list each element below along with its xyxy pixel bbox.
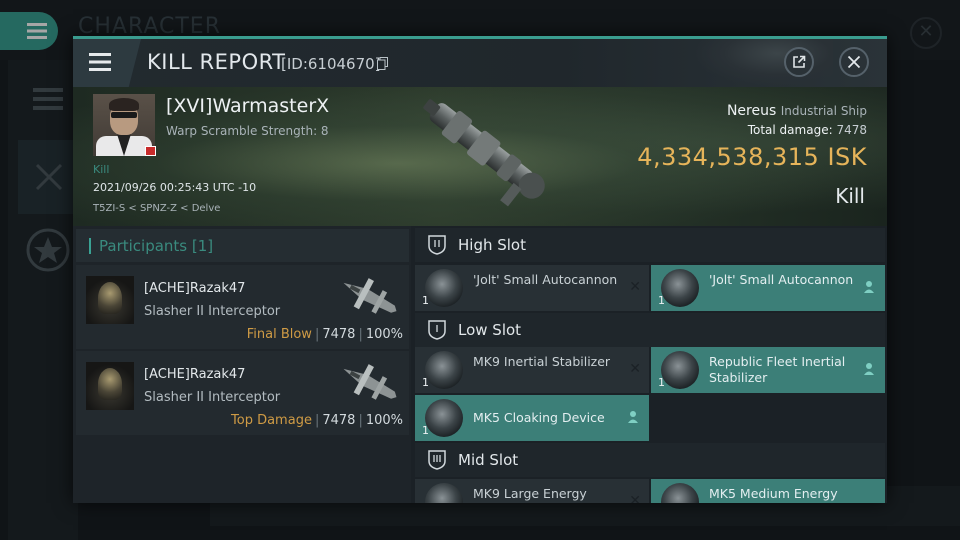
participant-percent: 100%: [365, 413, 403, 428]
fitting-panel: High Slot 1 'Jolt' Small Autocannon ✕ 1 …: [413, 226, 887, 503]
isk-value: 4,334,538,315 ISK: [637, 143, 867, 171]
module-item[interactable]: 1 MK9 Inertial Stabilizer ✕: [415, 347, 649, 393]
menu-icon: [89, 53, 111, 71]
participant-name[interactable]: [ACHE]Razak47: [144, 367, 245, 382]
module-quantity: 1: [422, 294, 429, 307]
total-damage-value: 7478: [836, 123, 867, 137]
shield-icon: [428, 235, 446, 255]
share-button[interactable]: [784, 47, 814, 77]
dropped-person-icon: [864, 281, 874, 293]
shield-icon: [428, 320, 446, 340]
top-damage-label: Top Damage: [231, 413, 312, 428]
participant-ship-image: [343, 278, 397, 314]
autocannon-icon: [425, 269, 463, 307]
energy-module-icon: [661, 483, 699, 503]
module-name: MK5 Medium Energy: [709, 486, 838, 501]
stabilizer-icon: [425, 351, 463, 389]
module-item[interactable]: 1 MK5 Cloaking Device: [415, 395, 649, 441]
corp-badge-icon: [145, 146, 156, 156]
participants-header: Participants [1]: [76, 229, 409, 262]
participant-portrait[interactable]: [86, 276, 134, 324]
participant-stats: Final Blow | 7478 | 100%: [246, 327, 403, 342]
dropped-person-icon: [628, 411, 638, 423]
kill-banner: [XVI]WarmasterX Warp Scramble Strength: …: [73, 87, 887, 226]
victim-ship-image: [423, 99, 545, 207]
participant-portrait[interactable]: [86, 362, 134, 410]
mid-slot-label: Mid Slot: [458, 451, 519, 469]
close-icon: [847, 55, 861, 69]
module-quantity: 1: [658, 294, 665, 307]
participant-ship: Slasher II Interceptor: [144, 390, 281, 405]
participants-count: [1]: [191, 237, 214, 255]
module-item[interactable]: MK9 Large Energy ✕: [415, 479, 649, 503]
participants-label: Participants: [99, 237, 188, 255]
module-item[interactable]: MK5 Medium Energy: [651, 479, 885, 503]
stabilizer-icon: [661, 351, 699, 389]
participant-damage: 7478: [322, 327, 356, 342]
isk-amount: 4,334,538,315: [637, 143, 820, 171]
autocannon-icon: [661, 269, 699, 307]
low-slot-header: Low Slot: [415, 313, 885, 347]
modal-menu-button[interactable]: [73, 39, 141, 87]
participant-row[interactable]: [ACHE]Razak47 Slasher II Interceptor Top…: [76, 351, 409, 435]
module-item[interactable]: 1 Republic Fleet Inertial Stabilizer: [651, 347, 885, 393]
participants-panel: Participants [1] [ACHE]Razak47 Slasher I…: [73, 226, 411, 503]
warp-scramble-strength: Warp Scramble Strength: 8: [166, 124, 329, 138]
kill-location[interactable]: T5ZI-S < SPNZ-Z < Delve: [93, 203, 220, 214]
kill-id: [ID:6104670]: [281, 55, 381, 73]
participant-damage: 7478: [322, 413, 356, 428]
module-name: 'Jolt' Small Autocannon: [473, 272, 618, 287]
cloaking-device-icon: [425, 399, 463, 437]
kill-report-modal: KILL REPORT [ID:6104670] [XVI]WarmasterX…: [73, 36, 887, 503]
low-slot-label: Low Slot: [458, 321, 522, 339]
final-blow-label: Final Blow: [246, 327, 312, 342]
module-item[interactable]: 1 'Jolt' Small Autocannon: [651, 265, 885, 311]
victim-name[interactable]: [XVI]WarmasterX: [166, 95, 329, 117]
destroyed-icon: ✕: [629, 493, 641, 503]
high-slot-label: High Slot: [458, 236, 526, 254]
ship-class: Industrial Ship: [780, 104, 867, 118]
total-damage-label: Total damage:: [747, 123, 833, 137]
energy-module-icon: [425, 483, 463, 503]
participant-stats: Top Damage | 7478 | 100%: [231, 413, 403, 428]
total-damage: Total damage: 7478: [748, 123, 867, 137]
external-link-icon: [793, 55, 806, 68]
isk-unit: ISK: [827, 143, 867, 171]
module-name: MK9 Inertial Stabilizer: [473, 354, 611, 369]
module-item[interactable]: 1 'Jolt' Small Autocannon ✕: [415, 265, 649, 311]
kill-tag: Kill: [93, 163, 110, 176]
dropped-person-icon: [864, 363, 874, 375]
destroyed-icon: ✕: [629, 279, 641, 295]
mid-slot-header: Mid Slot: [415, 443, 885, 477]
victim-ship: Nereus Industrial Ship: [727, 103, 867, 119]
modal-header: KILL REPORT [ID:6104670]: [73, 39, 887, 87]
participants-accent-bar: [89, 238, 91, 254]
participant-percent: 100%: [365, 327, 403, 342]
page-title: KILL REPORT: [147, 50, 286, 74]
module-name: MK9 Large Energy: [473, 486, 587, 501]
copy-icon[interactable]: [377, 57, 388, 70]
ship-name[interactable]: Nereus: [727, 103, 776, 119]
close-button[interactable]: [839, 47, 869, 77]
participant-ship: Slasher II Interceptor: [144, 304, 281, 319]
shield-icon: [428, 450, 446, 470]
module-quantity: 1: [422, 376, 429, 389]
module-quantity: 1: [658, 376, 665, 389]
module-quantity: 1: [422, 424, 429, 437]
high-slot-header: High Slot: [415, 228, 885, 262]
module-name: Republic Fleet Inertial Stabilizer: [709, 354, 846, 385]
module-name: MK5 Cloaking Device: [473, 410, 605, 425]
participant-ship-image: [343, 364, 397, 400]
participants-title: Participants [1]: [99, 237, 213, 255]
participant-name[interactable]: [ACHE]Razak47: [144, 281, 245, 296]
destroyed-icon: ✕: [629, 361, 641, 377]
participant-row[interactable]: [ACHE]Razak47 Slasher II Interceptor Fin…: [76, 265, 409, 349]
kill-datetime: 2021/09/26 00:25:43 UTC -10: [93, 181, 257, 194]
kill-result-label: Kill: [835, 184, 865, 208]
module-name: 'Jolt' Small Autocannon: [709, 272, 854, 287]
